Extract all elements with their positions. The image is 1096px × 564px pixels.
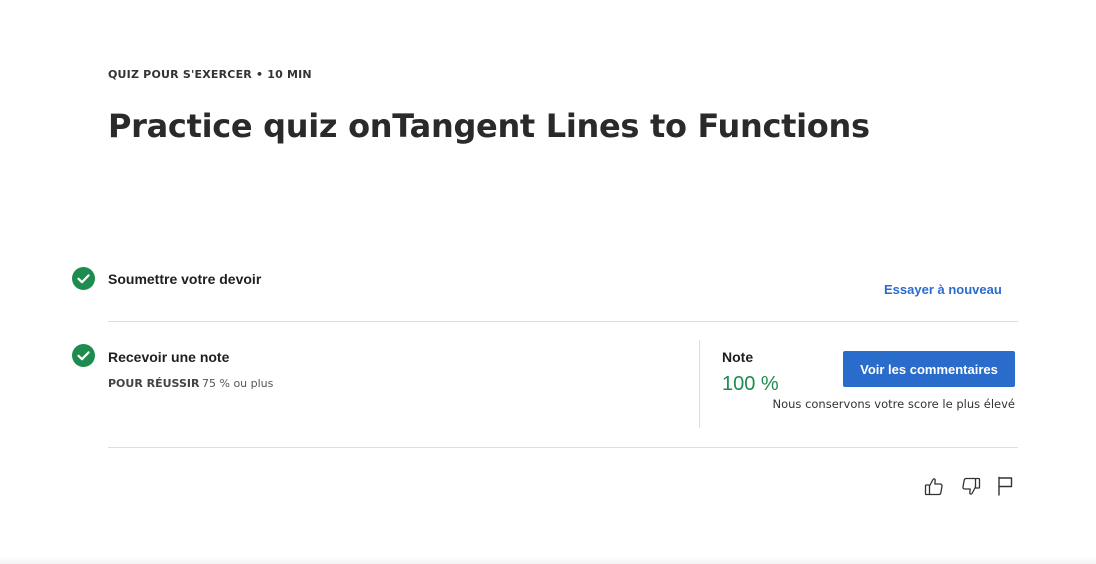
divider (108, 321, 1018, 322)
quiz-meta: QUIZ POUR S'EXERCER • 10 MIN (108, 68, 312, 81)
thumbs-down-icon[interactable] (959, 474, 983, 498)
view-feedback-button[interactable]: Voir les commentaires (843, 351, 1015, 387)
submit-step-label: Soumettre votre devoir (108, 271, 262, 287)
page-bottom-edge (0, 556, 1096, 564)
vertical-divider (699, 340, 700, 428)
thumbs-up-icon[interactable] (922, 474, 946, 498)
check-circle-icon (72, 344, 95, 367)
check-circle-icon (72, 267, 95, 290)
pass-requirement-label: POUR RÉUSSIR (108, 377, 200, 390)
pass-requirement-value: 75 % ou plus (202, 377, 274, 390)
divider (108, 447, 1018, 448)
quiz-page: QUIZ POUR S'EXERCER • 10 MIN Practice qu… (0, 0, 1096, 564)
page-title: Practice quiz onTangent Lines to Functio… (108, 107, 870, 145)
grade-value: 100 % (722, 373, 779, 395)
highest-score-note: Nous conservons votre score le plus élev… (772, 397, 1016, 411)
grade-step-label: Recevoir une note (108, 349, 230, 365)
grade-label: Note (722, 349, 754, 365)
flag-icon[interactable] (994, 474, 1018, 498)
retry-link[interactable]: Essayer à nouveau (884, 282, 1002, 297)
